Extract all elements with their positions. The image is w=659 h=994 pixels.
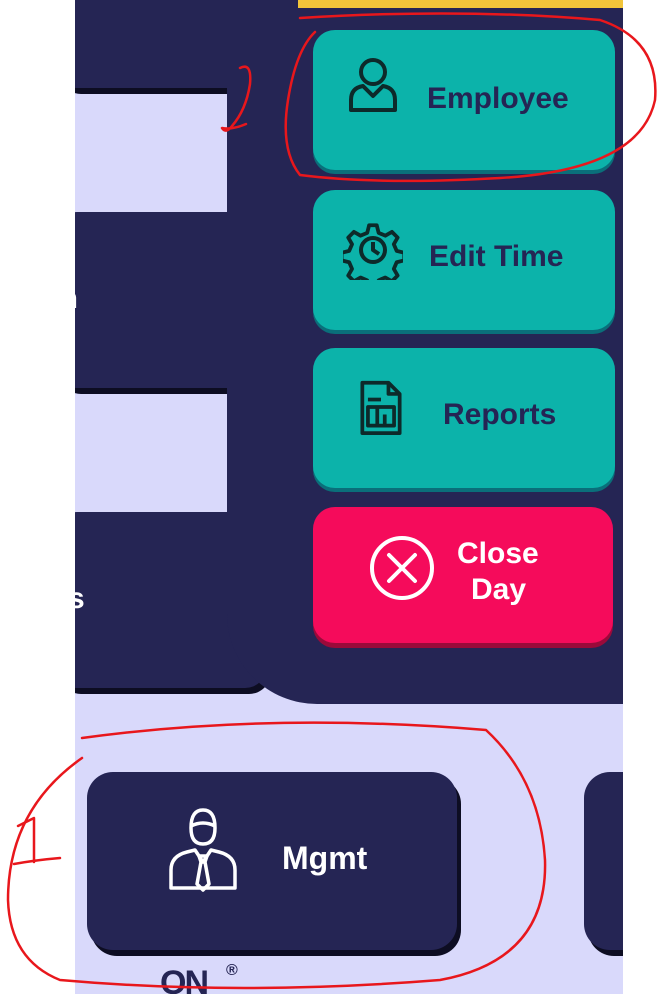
reports-button[interactable]: Reports	[313, 348, 615, 488]
employee-button-label: Employee	[427, 82, 569, 115]
mgmt-button-label: Mgmt	[282, 840, 368, 876]
gear-clock-icon	[343, 223, 403, 280]
mgmt-button[interactable]: Mgmt	[87, 772, 457, 950]
manager-icon	[169, 808, 237, 892]
edit-time-button-label: Edit Time	[429, 240, 564, 273]
reports-button-label: Reports	[443, 398, 557, 431]
brand-logo: ON ®	[150, 958, 250, 994]
left-button-utilities-label: ies	[75, 582, 85, 615]
app-background: ery sh ies Employee Edit Time	[75, 0, 623, 994]
close-day-label-line2: Day	[471, 573, 527, 606]
left-button-cash-label: sh	[75, 282, 78, 316]
close-circle-icon	[370, 536, 434, 600]
employee-button[interactable]: Employee	[313, 30, 615, 170]
close-day-label-line1: Close	[457, 537, 539, 570]
report-document-icon	[360, 380, 402, 435]
right-partial-button[interactable]	[584, 772, 623, 950]
panel-accent-bar	[298, 0, 623, 8]
person-icon	[349, 58, 397, 112]
brand-logo-mark: ®	[226, 962, 238, 979]
annotation-number-one	[12, 816, 62, 866]
brand-logo-text: ON	[160, 964, 209, 994]
close-day-button[interactable]: Close Day	[313, 507, 613, 643]
edit-time-button[interactable]: Edit Time	[313, 190, 615, 330]
